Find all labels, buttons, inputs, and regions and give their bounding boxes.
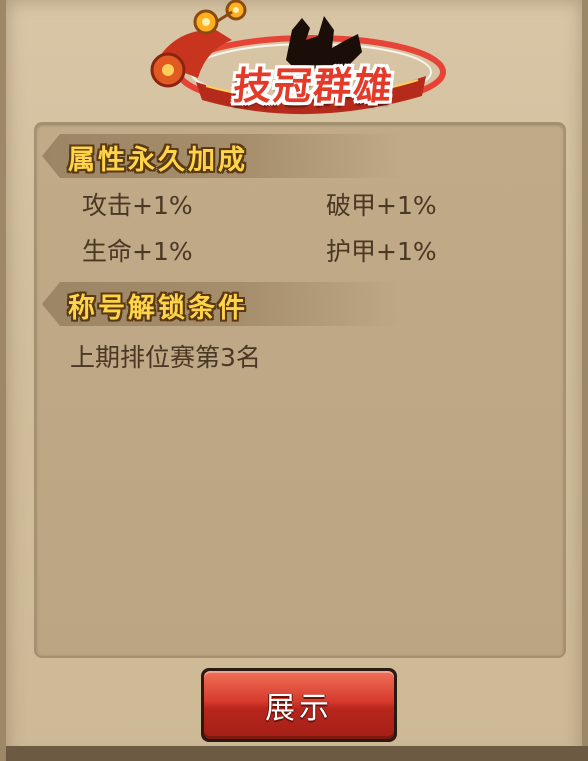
unlock-condition: 上期排位赛第3名 — [70, 343, 261, 372]
attributes-header-label: 属性永久加成 — [68, 145, 248, 176]
bottom-edge — [6, 746, 588, 761]
show-button-label: 展示 — [265, 691, 333, 726]
attributes-section-header: 属性永久加成 — [42, 134, 402, 178]
unlock-header-label: 称号解锁条件 — [68, 293, 248, 324]
attribute-attack: 攻击+1% — [82, 191, 193, 220]
attribute-health: 生命+1% — [82, 237, 193, 266]
show-button-face[interactable]: 展示 — [204, 671, 394, 739]
title-dialog: 技冠群雄 属性永久加成 攻击+1% 破甲+1% 生命+1% 护甲+1% 称号解锁… — [0, 0, 588, 761]
attribute-armor: 护甲+1% — [326, 237, 437, 266]
title-badge-text: 技冠群雄 — [231, 64, 396, 108]
info-panel: 属性永久加成 攻击+1% 破甲+1% 生命+1% 护甲+1% 称号解锁条件 上期… — [34, 122, 566, 658]
show-button[interactable]: 展示 — [201, 668, 397, 742]
unlock-section-header: 称号解锁条件 — [42, 282, 402, 326]
attribute-armor-pierce: 破甲+1% — [326, 191, 437, 220]
